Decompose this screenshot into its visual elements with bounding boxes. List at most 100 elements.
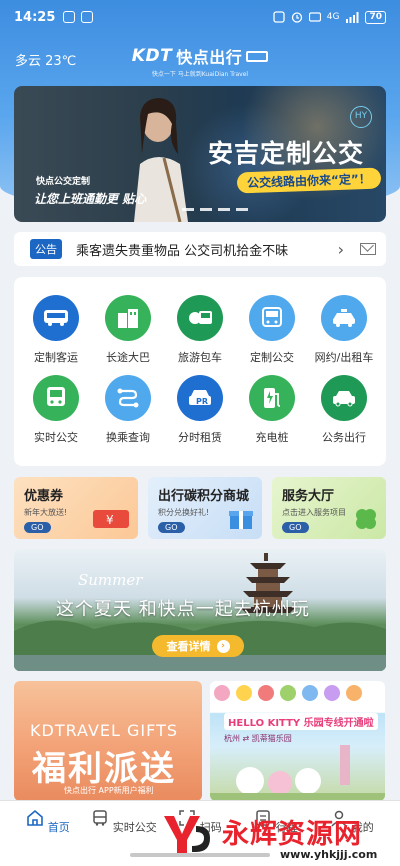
clover-icon: [356, 509, 376, 529]
logo-cn: 快点出行: [176, 48, 243, 67]
service-charging[interactable]: 充电桩: [235, 375, 309, 445]
app-notification-icon: [63, 11, 76, 23]
nav-realtime-bus[interactable]: 实时公交: [84, 809, 164, 835]
service-transfer[interactable]: 换乘查询: [91, 375, 165, 445]
partner-logos: [214, 685, 362, 701]
realtime-bus-icon: [33, 375, 79, 421]
promo-coupon[interactable]: 优惠券 新年大放送! GO ¥: [14, 477, 138, 539]
nfc-icon: [273, 11, 285, 23]
promo-go-button[interactable]: GO: [24, 522, 51, 533]
service-long-distance-bus[interactable]: 长途大巴: [91, 295, 165, 365]
carousel-dot: [236, 208, 248, 211]
bus-icon: [93, 810, 107, 826]
promo-go-button[interactable]: GO: [282, 522, 309, 533]
nav-label: 首页: [47, 821, 70, 834]
notice-bar[interactable]: 公告 乘客遗失贵重物品 公交司机拾金不昧 ›: [14, 232, 386, 266]
promo-title: 服务大厅: [282, 489, 335, 504]
app-logo: KDT 快点出行 快点一下 马上就到KuaiDian Travel: [0, 44, 400, 78]
svg-text:¥: ¥: [106, 513, 114, 527]
watermark-text: 永辉资源网: [222, 819, 362, 850]
partner-logo: [346, 685, 362, 701]
view-details-button[interactable]: 查看详情 ›: [152, 635, 244, 657]
image-notification-icon: [81, 11, 94, 23]
service-label: 网约/出租车: [314, 351, 374, 364]
watermark-url: www.yhkjjj.com: [280, 848, 378, 861]
nav-label: 实时公交: [112, 821, 157, 834]
banner-title: 这个夏天 和快点一起去杭州玩: [56, 599, 310, 620]
mail-icon[interactable]: [360, 243, 376, 255]
official-car-icon: [321, 375, 367, 421]
custom-bus-icon: [249, 295, 295, 341]
promo-carbon-mall[interactable]: 出行碳积分商城 积分兑换好礼! GO: [148, 477, 262, 539]
theme-park-image: [210, 745, 385, 801]
promo-service-hall[interactable]: 服务大厅 点击进入服务项目 GO: [272, 477, 386, 539]
promo-title: 出行碳积分商城: [158, 489, 250, 504]
service-label: 定制客运: [34, 351, 78, 364]
gifts-card[interactable]: KDTRAVEL GIFTS 福利派送 快点出行 APP新用户福利: [14, 681, 202, 801]
signal-label: 4G: [326, 12, 340, 22]
gift-box-icon: [229, 511, 253, 529]
promo-title: 优惠券: [24, 489, 64, 504]
notification-icons: [63, 11, 94, 23]
hello-kitty-card[interactable]: HELLO KITTY 乐园专线开通啦 杭州 ⇄ 凯蒂猫乐园: [210, 681, 385, 801]
logo-subtitle: 快点一下 马上就到KuaiDian Travel: [151, 71, 249, 78]
service-label: 长途大巴: [106, 351, 150, 364]
svg-text:PR: PR: [196, 397, 208, 406]
service-label: 旅游包车: [178, 351, 222, 364]
hero-tag: 快点公交定制: [36, 177, 91, 187]
carousel-dot: [200, 208, 212, 211]
promo-go-button[interactable]: GO: [158, 522, 185, 533]
gifts-english-title: KDTRAVEL GIFTS: [30, 721, 178, 740]
charging-pile-icon: [249, 375, 295, 421]
partner-logo: [258, 685, 274, 701]
home-icon: [27, 809, 44, 826]
service-realtime-bus[interactable]: 实时公交: [19, 375, 93, 445]
logo-bus-icon: [246, 50, 269, 62]
logo-kdt: KDT: [131, 46, 173, 66]
hero-banner[interactable]: HY 安吉定制公交 公交线路由你来“定”！ 快点公交定制 让您上班通勤更 贴心: [14, 86, 386, 222]
long-distance-bus-icon: [105, 295, 151, 341]
service-label: 充电桩: [255, 431, 289, 444]
banner-summer-text: Summer: [78, 571, 143, 589]
partner-logo: [280, 685, 296, 701]
service-label: 定制公交: [250, 351, 294, 364]
alarm-icon: [291, 12, 302, 23]
service-label: 实时公交: [34, 431, 78, 444]
coupon-icon: ¥: [93, 510, 129, 528]
carousel-dot: [182, 208, 194, 211]
chevron-right-icon[interactable]: ›: [338, 240, 344, 259]
services-grid: 定制客运 长途大巴 旅游包车 定制公交 网约/出租车 实时公交 换乘查询 PR …: [14, 277, 386, 466]
kitty-subtitle: 杭州 ⇄ 凯蒂猫乐园: [224, 734, 292, 743]
service-taxi[interactable]: 网约/出租车: [307, 295, 381, 365]
transfer-route-icon: [105, 375, 151, 421]
battery-indicator: 70: [365, 10, 386, 24]
taxi-icon: [321, 295, 367, 341]
gifts-subtitle: 快点出行 APP新用户福利: [64, 786, 154, 795]
carousel-dot: [218, 208, 230, 211]
arrow-right-icon: ›: [216, 639, 230, 653]
service-car-rental[interactable]: PR 分时租赁: [163, 375, 237, 445]
service-label: 公务出行: [322, 431, 366, 444]
tour-bus-icon: [177, 295, 223, 341]
car-rental-icon: PR: [177, 375, 223, 421]
service-tour-bus[interactable]: 旅游包车: [163, 295, 237, 365]
nav-home[interactable]: 首页: [8, 809, 88, 835]
partner-logo: [302, 685, 318, 701]
hd-icon: [308, 12, 321, 22]
custom-coach-icon: [33, 295, 79, 341]
status-right: 4G 70: [273, 10, 386, 24]
hero-subtitle: 让您上班通勤更 贴心: [34, 192, 147, 206]
service-official[interactable]: 公务出行: [307, 375, 381, 445]
service-label: 换乘查询: [106, 431, 150, 444]
partner-logo: [214, 685, 230, 701]
signal-icon: [346, 11, 359, 23]
hangzhou-banner[interactable]: Summer 这个夏天 和快点一起去杭州玩 查看详情 ›: [14, 549, 386, 671]
view-details-label: 查看详情: [166, 640, 211, 653]
home-indicator[interactable]: [130, 853, 270, 857]
service-label: 分时租赁: [178, 431, 222, 444]
notice-text[interactable]: 乘客遗失贵重物品 公交司机拾金不昧: [76, 240, 338, 259]
service-custom-coach[interactable]: 定制客运: [19, 295, 93, 365]
service-custom-bus[interactable]: 定制公交: [235, 295, 309, 365]
hero-badge: HY: [350, 106, 372, 128]
status-time: 14:25: [14, 9, 56, 25]
